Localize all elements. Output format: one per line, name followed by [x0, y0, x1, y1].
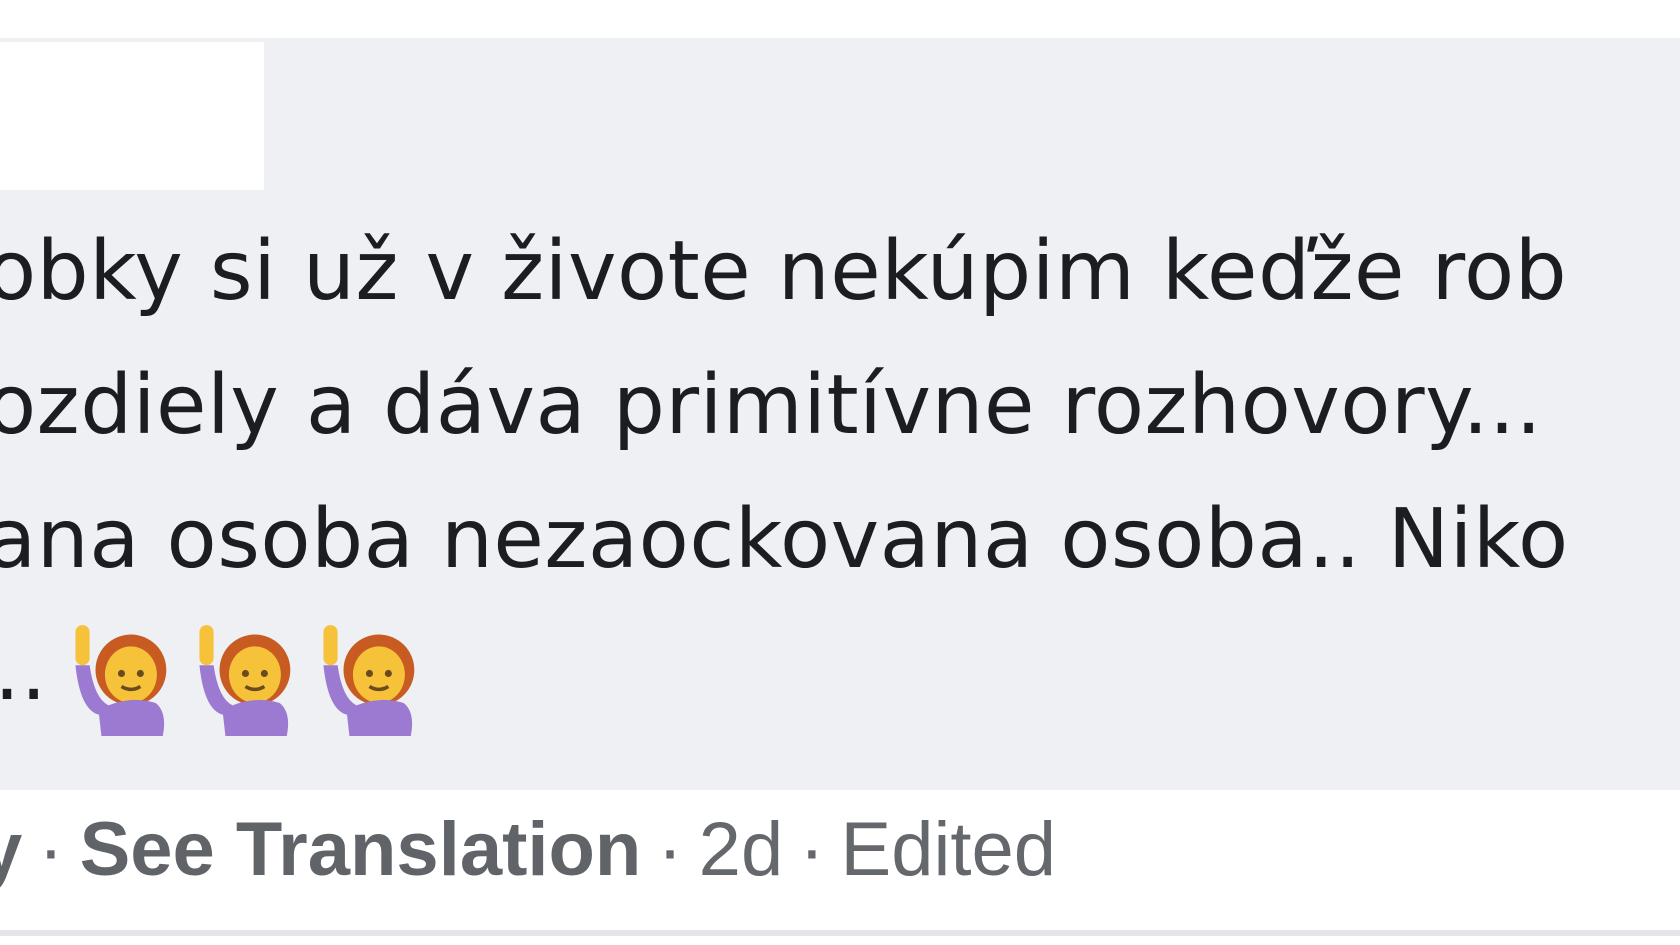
separator-dot: ·	[38, 807, 64, 892]
edited-label[interactable]: Edited	[841, 807, 1057, 892]
see-translation-link[interactable]: See Translation	[80, 807, 642, 892]
comment-line-2: ozdiely a dáva primitívne rozhovory...	[0, 358, 1543, 453]
bottom-divider	[0, 930, 1680, 936]
comment-line-1: obky si už v živote nekúpim keďže rob	[0, 224, 1568, 319]
person-raising-hand-icon	[199, 625, 291, 736]
facebook-comment-screenshot: obky si už v živote nekúpim keďže rob oz…	[0, 0, 1680, 945]
separator-dot: ·	[799, 807, 825, 892]
comment-line-3: ana osoba nezaockovana osoba.. Niko	[0, 492, 1569, 587]
separator-dot: ·	[657, 807, 683, 892]
emoji-row	[66, 618, 432, 736]
person-raising-hand-icon	[323, 625, 415, 736]
author-name-redacted	[0, 42, 264, 190]
comment-actions: y · See Translation · 2d · Edited	[0, 790, 1056, 910]
person-raising-hand-icon	[75, 625, 167, 736]
reply-link[interactable]: y	[0, 807, 22, 892]
comment-timestamp[interactable]: 2d	[699, 807, 784, 892]
comment-actions-bar: y · See Translation · 2d · Edited	[0, 790, 1680, 910]
comment-line-4: ..	[0, 624, 48, 719]
